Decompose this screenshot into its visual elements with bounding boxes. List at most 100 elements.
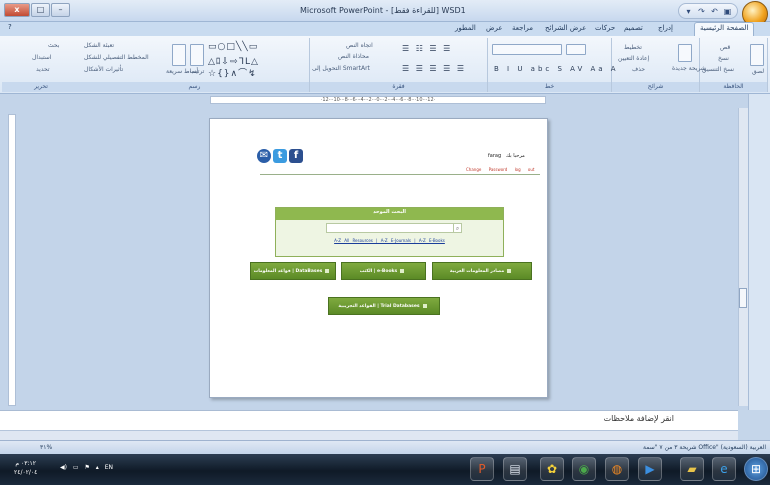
replace-button[interactable]: استبدال — [32, 54, 52, 61]
quick-access-toolbar: ▾ ↷ ↶ ▣ — [678, 3, 738, 19]
redo-icon[interactable]: ↷ — [696, 6, 707, 17]
cut-button[interactable]: قص — [720, 44, 730, 51]
folder-icon[interactable]: ▰ — [680, 457, 704, 481]
find-button[interactable]: بحث — [48, 42, 59, 49]
align-text-button[interactable]: محاذاة النص — [338, 53, 369, 60]
shape-fill-button[interactable]: تعبئة الشكل — [84, 42, 114, 49]
twitter-icon[interactable]: t — [273, 149, 287, 163]
zoom-level[interactable]: ٣١% — [40, 444, 52, 451]
chrome-icon[interactable]: ◉ — [572, 457, 596, 481]
minimize-button[interactable]: – — [51, 3, 70, 17]
tab-developer[interactable]: المطور — [455, 24, 476, 32]
change-password-link[interactable]: Change Password — [466, 167, 507, 172]
shape-effects-button[interactable]: تأثيرات الأشكال — [84, 66, 123, 73]
font-name-dropdown[interactable] — [492, 44, 562, 55]
trial-databases-button[interactable]: القواعد التجريبية | Trial Databases — [328, 297, 440, 315]
arabic-sources-button[interactable]: مصادر المعلومات العربية — [432, 262, 532, 280]
tab-home[interactable]: الصفحة الرئيسية — [694, 22, 755, 36]
databases-button[interactable]: قواعد المعلومات | DataBases — [250, 262, 336, 280]
trial-databases-label: القواعد التجريبية | Trial Databases — [338, 304, 420, 309]
language-indicator[interactable]: EN — [105, 464, 113, 471]
shape-outline-button[interactable]: المخطط التفصيلي للشكل — [84, 54, 149, 61]
paste-icon[interactable] — [750, 44, 764, 66]
alignment-buttons[interactable]: ☰ ☰ ☰ ☰ ☰ — [402, 64, 466, 73]
text-direction-button[interactable]: اتجاه النص — [346, 42, 373, 49]
paint-app-icon[interactable]: ✿ — [540, 457, 564, 481]
group-label-slides: شرائح — [612, 82, 699, 92]
tab-insert[interactable]: إدراج — [658, 24, 673, 32]
vertical-scrollbar[interactable] — [738, 108, 748, 406]
notes-pane[interactable]: انقر لإضافة ملاحظات — [0, 410, 738, 430]
search-input[interactable] — [326, 223, 454, 233]
logout-link[interactable]: log out — [515, 167, 535, 172]
search-button[interactable]: ⌕ — [453, 223, 462, 233]
unified-search-box: البحث الموحد ⌕ A-Z All Resources | A-Z E… — [275, 207, 504, 257]
customize-qat-icon[interactable]: ▾ — [683, 6, 694, 17]
email-icon[interactable]: ✉ — [257, 149, 271, 163]
vertical-ruler — [8, 114, 16, 406]
powerpoint-app-icon[interactable]: P — [470, 457, 494, 481]
bullet-icon — [422, 303, 427, 308]
new-slide-icon[interactable] — [678, 44, 692, 62]
group-label-font: خط — [488, 82, 611, 92]
reset-button[interactable]: إعادة التعيين — [618, 55, 649, 62]
select-button[interactable]: تحديد — [36, 66, 50, 73]
system-tray: ◀) ▭ ⚑ ▴ EN — [60, 464, 113, 471]
font-format-buttons[interactable]: B I U abc S AV Aa A — [494, 65, 619, 73]
undo-icon[interactable]: ↶ — [709, 6, 720, 17]
divider — [260, 174, 540, 175]
bullet-icon — [400, 268, 405, 273]
slide-canvas[interactable]: ✉ t f farag مرحبا بك Change Password log… — [209, 118, 548, 398]
flag-icon[interactable]: ⚑ — [84, 464, 89, 471]
arrange-icon[interactable] — [190, 44, 204, 66]
tab-slideshow[interactable]: عرض الشرائح — [545, 24, 586, 32]
firefox-icon[interactable]: ◍ — [605, 457, 629, 481]
volume-icon[interactable]: ◀) — [60, 464, 67, 471]
show-hidden-icon[interactable]: ▴ — [96, 464, 99, 471]
tab-review[interactable]: مراجعة — [512, 24, 533, 32]
slide-info: شريحة ٣ من ٧ "سمة Office" العربية (السعو… — [643, 444, 766, 451]
close-button[interactable]: x — [4, 3, 30, 17]
layout-button[interactable]: تخطيط — [624, 44, 642, 51]
delete-slide-button[interactable]: حذف — [632, 66, 645, 73]
save-icon[interactable]: ▣ — [722, 6, 733, 17]
horizontal-scrollbar[interactable] — [0, 430, 738, 440]
smartart-button[interactable]: التحويل إلى SmartArt — [312, 65, 370, 72]
ebooks-label: الكتب | e-Books — [359, 269, 398, 274]
search-title: البحث الموحد — [373, 209, 406, 215]
start-button[interactable]: ⊞ — [744, 457, 768, 481]
tab-view[interactable]: عرض — [486, 24, 503, 32]
internet-explorer-icon[interactable]: e — [712, 457, 736, 481]
databases-label: قواعد المعلومات | DataBases — [253, 269, 323, 274]
group-label-editing: تحرير — [2, 82, 80, 92]
horizontal-ruler: ·12···10···8···6···4···2···0···2···4···6… — [210, 96, 546, 104]
quick-styles-button[interactable]: أنماط سريعة — [166, 68, 198, 75]
explorer-window-icon[interactable]: ▤ — [503, 457, 527, 481]
window-controls: x □ – — [4, 3, 70, 17]
group-editing: بحث استبدال تحديد تحرير — [2, 38, 80, 92]
ebooks-button[interactable]: الكتب | e-Books — [341, 262, 426, 280]
ribbon: لصق قص نسخ نسخ التنسيق الحافظة شريحة جدي… — [0, 36, 770, 94]
media-player-icon[interactable]: ▶ — [638, 457, 662, 481]
new-slide-button[interactable]: شريحة جديدة — [672, 65, 706, 72]
title-bar: x □ – Microsoft PowerPoint - [للقراءة فق… — [0, 0, 770, 27]
slide-editing-area: ·12···10···8···6···4···2···0···2···4···6… — [0, 94, 770, 410]
az-links[interactable]: A-Z All Resources | A-Z E-Journals | A-Z… — [276, 238, 503, 243]
clock[interactable]: ٠٣:١٢ م ٢٤/٠٢/٠٤ — [14, 459, 37, 477]
tab-animations[interactable]: حركات — [595, 24, 615, 32]
quick-styles-icon[interactable] — [172, 44, 186, 66]
facebook-icon[interactable]: f — [289, 149, 303, 163]
network-icon[interactable]: ▭ — [73, 464, 79, 471]
copy-button[interactable]: نسخ — [718, 55, 729, 62]
font-size-dropdown[interactable] — [566, 44, 586, 55]
group-slides: شريحة جديدة تخطيط إعادة التعيين حذف شرائ… — [612, 38, 706, 92]
help-icon[interactable]: ? — [8, 23, 12, 31]
format-painter-button[interactable]: نسخ التنسيق — [702, 66, 734, 73]
maximize-button[interactable]: □ — [31, 3, 50, 17]
clock-date: ٢٤/٠٢/٠٤ — [14, 469, 38, 476]
shapes-gallery[interactable]: ▭○□╲╲▭ — [208, 42, 258, 52]
scrollbar-thumb[interactable] — [739, 288, 747, 308]
tab-design[interactable]: تصميم — [624, 24, 643, 32]
list-buttons[interactable]: ☰ ☷ ☰ ☰ — [402, 44, 452, 53]
slides-thumbnail-panel[interactable] — [748, 94, 770, 410]
